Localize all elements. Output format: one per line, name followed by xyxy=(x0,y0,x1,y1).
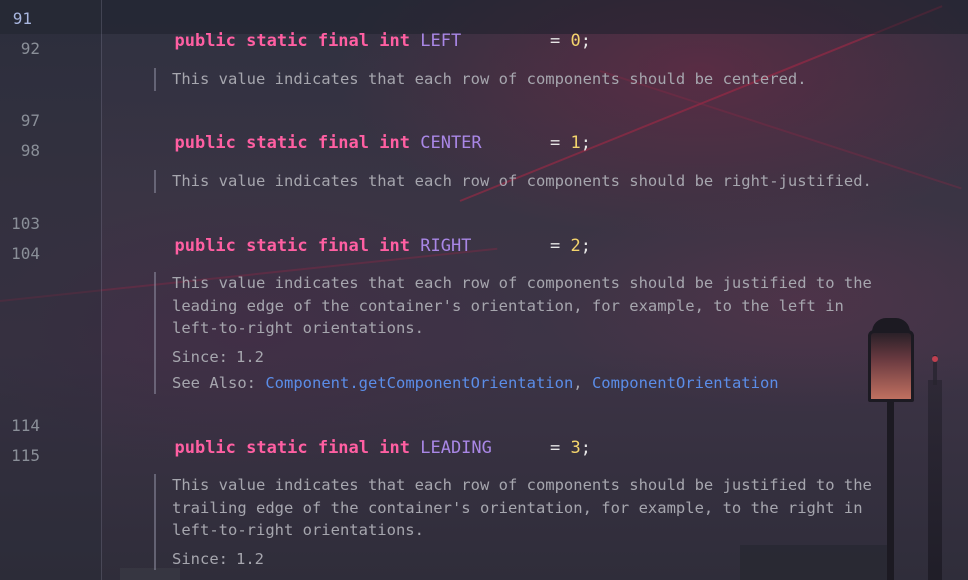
keyword-int: int xyxy=(379,438,410,458)
code-line-center[interactable]: public static final int CENTER = 1; xyxy=(154,110,591,154)
keyword-static: static xyxy=(246,438,308,458)
javadoc-block[interactable]: This value indicates that each row of co… xyxy=(154,170,944,193)
link-component-orientation-getter[interactable]: Component.getComponentOrientation xyxy=(265,374,573,392)
semicolon: ; xyxy=(580,133,591,153)
line-number[interactable]: 92 xyxy=(0,39,40,59)
constant-name[interactable]: LEADING xyxy=(420,438,492,458)
javadoc-since: Since: 1.2 xyxy=(172,346,944,368)
since-label: Since: xyxy=(172,347,228,366)
javadoc-block[interactable]: This value indicates that each row of co… xyxy=(154,68,944,91)
background-skyline xyxy=(120,568,180,580)
current-line-highlight xyxy=(0,0,968,34)
code-line-leading[interactable]: public static final int LEADING = 3; xyxy=(154,415,591,459)
constant-name[interactable]: CENTER xyxy=(420,133,481,153)
gutter-divider xyxy=(101,0,102,580)
since-value: 1.2 xyxy=(236,549,264,568)
javadoc-text: This value indicates that each row of co… xyxy=(172,274,872,337)
keyword-static: static xyxy=(246,31,308,51)
line-number[interactable]: 104 xyxy=(0,244,40,264)
keyword-public: public xyxy=(174,31,236,51)
constant-value: 0 xyxy=(570,31,581,51)
semicolon: ; xyxy=(580,31,591,51)
keyword-public: public xyxy=(174,236,236,256)
keyword-final: final xyxy=(317,31,370,51)
keyword-public: public xyxy=(174,438,236,458)
assignment: = 3; xyxy=(550,437,591,459)
equals-sign: = xyxy=(550,133,561,153)
since-label: Since: xyxy=(172,549,228,568)
link-separator: , xyxy=(573,373,592,392)
equals-sign: = xyxy=(550,438,561,458)
link-component-orientation[interactable]: ComponentOrientation xyxy=(592,374,779,392)
keyword-static: static xyxy=(246,133,308,153)
constant-value: 2 xyxy=(570,236,581,256)
keyword-int: int xyxy=(379,31,410,51)
keyword-final: final xyxy=(317,133,370,153)
see-also-label: See Also: xyxy=(172,373,256,392)
line-number[interactable]: 115 xyxy=(0,446,40,466)
semicolon: ; xyxy=(580,438,591,458)
editor-gutter[interactable] xyxy=(0,0,101,580)
code-line-right[interactable]: public static final int RIGHT = 2; xyxy=(154,213,591,257)
javadoc-text: This value indicates that each row of co… xyxy=(172,70,807,88)
javadoc-see-also: See Also: Component.getComponentOrientat… xyxy=(172,372,944,394)
constant-value: 1 xyxy=(570,133,581,153)
equals-sign: = xyxy=(550,31,561,51)
assignment: = 0; xyxy=(550,30,591,52)
equals-sign: = xyxy=(550,236,561,256)
constant-name[interactable]: LEFT xyxy=(420,31,461,51)
keyword-int: int xyxy=(379,236,410,256)
keyword-int: int xyxy=(379,133,410,153)
javadoc-text: This value indicates that each row of co… xyxy=(172,476,872,539)
constant-value: 3 xyxy=(570,438,581,458)
semicolon: ; xyxy=(580,236,591,256)
keyword-public: public xyxy=(174,133,236,153)
line-number[interactable]: 98 xyxy=(0,141,40,161)
keyword-static: static xyxy=(246,236,308,256)
constant-name[interactable]: RIGHT xyxy=(420,236,471,256)
assignment: = 2; xyxy=(550,235,591,257)
javadoc-text: This value indicates that each row of co… xyxy=(172,172,872,190)
javadoc-block[interactable]: This value indicates that each row of co… xyxy=(154,272,944,394)
assignment: = 1; xyxy=(550,132,591,154)
since-value: 1.2 xyxy=(236,347,264,366)
keyword-final: final xyxy=(317,438,370,458)
javadoc-block[interactable]: This value indicates that each row of co… xyxy=(154,474,944,570)
line-number[interactable]: 97 xyxy=(0,111,40,131)
javadoc-since: Since: 1.2 xyxy=(172,548,944,570)
keyword-final: final xyxy=(317,236,370,256)
line-number[interactable]: 91 xyxy=(0,9,32,29)
line-number[interactable]: 103 xyxy=(0,214,40,234)
code-line-left[interactable]: public static final int LEFT = 0; xyxy=(154,8,591,52)
line-number[interactable]: 114 xyxy=(0,416,40,436)
